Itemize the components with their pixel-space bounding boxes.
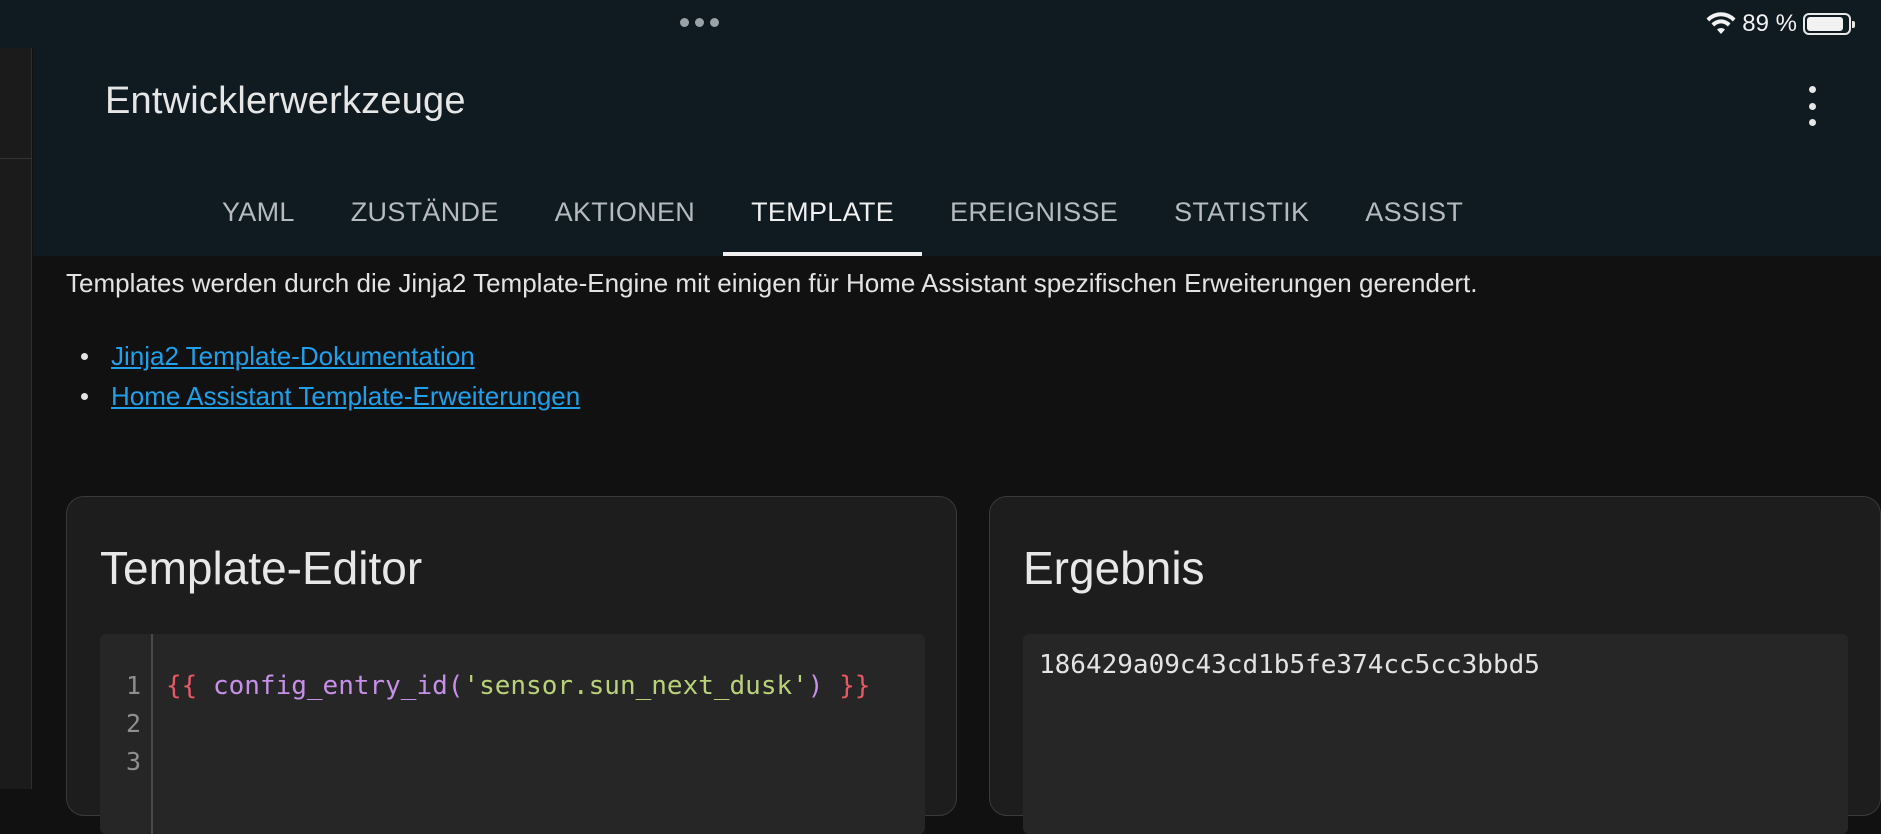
line-number: 2 (125, 709, 141, 738)
list-item: Home Assistant Template-Erweiterungen (80, 376, 580, 416)
code-argument: 'sensor.sun_next_dusk' (463, 671, 808, 701)
battery-percentage: 89 % (1742, 10, 1797, 37)
tab-statistics[interactable]: STATISTIK (1146, 168, 1337, 256)
status-bar: 89 % (0, 0, 1881, 48)
editor-title: Template-Editor (100, 542, 423, 594)
tab-actions[interactable]: AKTIONEN (527, 168, 723, 256)
tab-states[interactable]: ZUSTÄNDE (323, 168, 527, 256)
template-code-editor[interactable]: 1 2 3 {{ config_entry_id('sensor.sun_nex… (100, 634, 925, 834)
sidebar-edge[interactable] (0, 48, 32, 789)
multitasking-dots-icon[interactable] (680, 18, 719, 27)
template-editor-card: Template-Editor 1 2 3 {{ config_entry_id… (66, 496, 957, 834)
result-output: 186429a09c43cd1b5fe374cc5cc3bbd5 (1023, 634, 1848, 834)
main-content: Templates werden durch die Jinja2 Templa… (33, 256, 1881, 834)
tab-yaml[interactable]: YAML (194, 168, 323, 256)
code-close-paren: ) (807, 671, 824, 701)
code-open-brace: {{ (166, 671, 198, 701)
app-header: Entwicklerwerkzeuge YAML ZUSTÄNDE AKTION… (33, 48, 1881, 256)
page-title: Entwicklerwerkzeuge (105, 80, 466, 122)
tab-assist[interactable]: ASSIST (1337, 168, 1491, 256)
code-close-brace: }} (839, 671, 871, 701)
ha-template-extensions-link[interactable]: Home Assistant Template-Erweiterungen (111, 381, 580, 411)
result-title: Ergebnis (1023, 542, 1205, 594)
jinja2-docs-link[interactable]: Jinja2 Template-Dokumentation (111, 341, 475, 371)
status-indicators: 89 % (1706, 10, 1855, 38)
result-value: 186429a09c43cd1b5fe374cc5cc3bbd5 (1039, 650, 1540, 680)
code-function: config_entry_id( (212, 671, 464, 701)
tab-events[interactable]: EREIGNISSE (922, 168, 1146, 256)
line-numbers: 1 2 3 (100, 634, 153, 834)
line-number: 3 (125, 747, 141, 776)
line-number: 1 (125, 671, 141, 700)
tab-bar: YAML ZUSTÄNDE AKTIONEN TEMPLATE EREIGNIS… (194, 168, 1491, 256)
result-card: Ergebnis 186429a09c43cd1b5fe374cc5cc3bbd… (989, 496, 1881, 834)
intro-text: Templates werden durch die Jinja2 Templa… (66, 268, 1478, 298)
tab-template[interactable]: TEMPLATE (723, 168, 922, 256)
code-line[interactable]: {{ config_entry_id('sensor.sun_next_dusk… (166, 667, 870, 705)
wifi-icon (1706, 12, 1736, 34)
battery-icon (1803, 13, 1855, 35)
list-item: Jinja2 Template-Dokumentation (80, 336, 580, 376)
overflow-menu-icon[interactable] (1803, 86, 1821, 126)
documentation-links: Jinja2 Template-Dokumentation Home Assis… (80, 336, 580, 416)
